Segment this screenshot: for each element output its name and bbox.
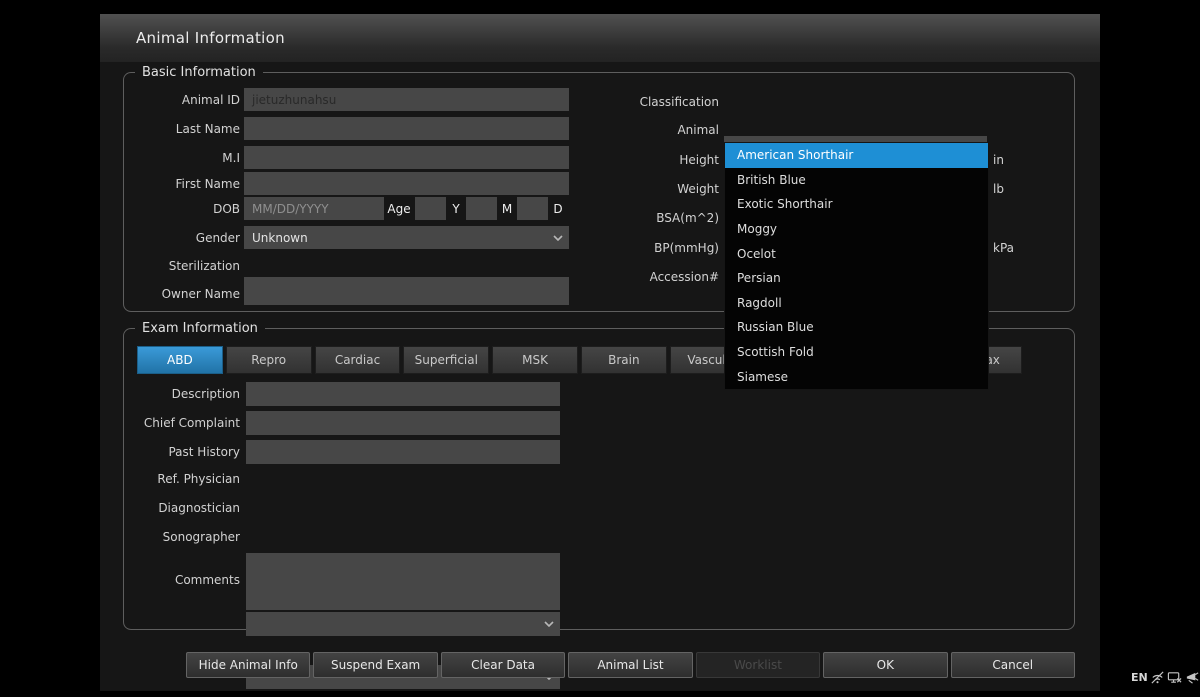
age-years-input[interactable] (415, 197, 446, 220)
sonographer-label: Sonographer (162, 530, 240, 544)
tab-brain[interactable]: Brain (580, 346, 667, 374)
past-history-input[interactable] (246, 440, 560, 464)
bp-unit: kPa (993, 240, 1014, 255)
past-history-label: Past History (168, 445, 240, 459)
dropdown-option-scottish-fold[interactable]: Scottish Fold (725, 340, 988, 365)
suspend-exam-button[interactable]: Suspend Exam (313, 652, 438, 678)
last-name-label: Last Name (175, 121, 240, 136)
dropdown-option-american-shorthair[interactable]: American Shorthair (725, 143, 988, 168)
owner-name-input[interactable] (244, 282, 569, 305)
comments-textarea[interactable] (246, 553, 560, 610)
age-label: Age (387, 201, 411, 216)
description-label: Description (171, 387, 240, 401)
dropdown-option-russian-blue[interactable]: Russian Blue (725, 315, 988, 340)
first-name-input[interactable] (244, 172, 569, 195)
chevron-down-icon (553, 234, 563, 241)
classification-label: Classification (639, 94, 719, 109)
dropdown-option-british-blue[interactable]: British Blue (725, 168, 988, 193)
weight-unit: lb (993, 181, 1004, 196)
notification-icon (1185, 670, 1200, 685)
cancel-button[interactable]: Cancel (950, 652, 1075, 678)
tab-cardiac[interactable]: Cardiac (314, 346, 401, 374)
description-input[interactable] (246, 382, 560, 406)
owner-name-label: Owner Name (161, 286, 240, 301)
dropdown-option-exotic-shorthair[interactable]: Exotic Shorthair (725, 192, 988, 217)
height-unit: in (993, 152, 1004, 167)
network-disconnected-icon (1150, 670, 1165, 685)
gender-label: Gender (195, 230, 240, 245)
age-days-input[interactable] (517, 197, 548, 220)
last-name-input[interactable] (244, 117, 569, 140)
animal-dropdown-list: American Shorthair British Blue Exotic Sho… (724, 142, 989, 390)
screen-disconnected-icon (1167, 670, 1182, 685)
accession-label: Accession# (649, 269, 719, 284)
age-years-unit: Y (452, 201, 460, 216)
dialog-title: Animal Information (136, 29, 285, 47)
ok-button[interactable]: OK (823, 652, 948, 678)
gender-value: Unknown (252, 230, 308, 245)
weight-label: Weight (677, 181, 719, 196)
age-months-unit: M (501, 201, 513, 216)
bp-label: BP(mmHg) (654, 240, 719, 255)
dialog-titlebar: Animal Information (100, 14, 1100, 62)
clear-data-button[interactable]: Clear Data (440, 652, 566, 678)
dropdown-option-ragdoll[interactable]: Ragdoll (725, 291, 988, 316)
tab-msk[interactable]: MSK (492, 346, 578, 374)
basic-information-legend: Basic Information (135, 65, 263, 80)
hide-animal-info-button[interactable]: Hide Animal Info (186, 652, 311, 678)
animal-id-label: Animal ID (181, 92, 240, 107)
comments-label: Comments (174, 573, 240, 587)
bsa-label: BSA(m^2) (656, 210, 719, 225)
chief-complaint-input[interactable] (246, 411, 560, 435)
tab-abd[interactable]: ABD (137, 346, 223, 374)
dropdown-option-moggy[interactable]: Moggy (725, 217, 988, 242)
dob-placeholder: MM/DD/YYYY (252, 201, 329, 216)
exam-information-legend: Exam Information (135, 321, 265, 336)
chief-complaint-label: Chief Complaint (143, 416, 240, 430)
dob-input[interactable]: MM/DD/YYYY (244, 197, 384, 220)
age-months-input[interactable] (466, 197, 497, 220)
height-label: Height (679, 152, 719, 167)
dropdown-option-persian[interactable]: Persian (725, 266, 988, 291)
chevron-down-icon (544, 621, 554, 628)
diagnostician-select[interactable] (246, 612, 560, 636)
tab-repro[interactable]: Repro (225, 346, 312, 374)
dropdown-option-ocelot[interactable]: Ocelot (725, 241, 988, 266)
sterilization-label: Sterilization (168, 258, 240, 273)
dob-label: DOB (213, 201, 240, 216)
screen: Animal Information Basic Information Ani… (0, 0, 1200, 697)
diagnostician-label: Diagnostician (158, 501, 240, 515)
animal-id-input[interactable]: jietuzhunahsu (244, 88, 569, 111)
worklist-button: Worklist (695, 652, 821, 678)
mi-input[interactable] (244, 146, 569, 169)
language-indicator: EN (1131, 671, 1148, 684)
dropdown-option-siamese[interactable]: Siamese (725, 364, 988, 389)
animal-label: Animal (677, 122, 719, 137)
footer-buttons: Hide Animal Info Suspend Exam Clear Data An… (186, 652, 1075, 678)
ref-physician-label: Ref. Physician (157, 472, 240, 486)
age-days-unit: D (553, 201, 563, 216)
mi-label: M.I (222, 150, 240, 165)
gender-select[interactable]: Unknown (244, 226, 569, 249)
first-name-label: First Name (175, 176, 240, 191)
animal-id-value: jietuzhunahsu (252, 92, 337, 107)
tab-superficial[interactable]: Superficial (403, 346, 490, 374)
animal-list-button[interactable]: Animal List (568, 652, 693, 678)
